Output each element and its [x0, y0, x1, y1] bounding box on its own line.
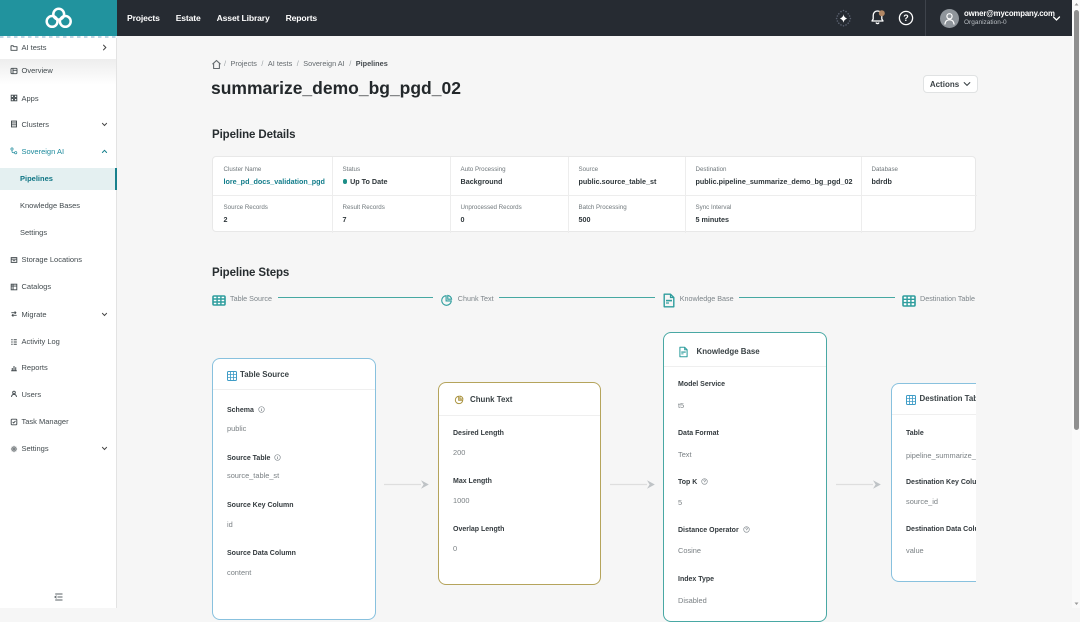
svg-text:?: ?: [903, 13, 909, 23]
